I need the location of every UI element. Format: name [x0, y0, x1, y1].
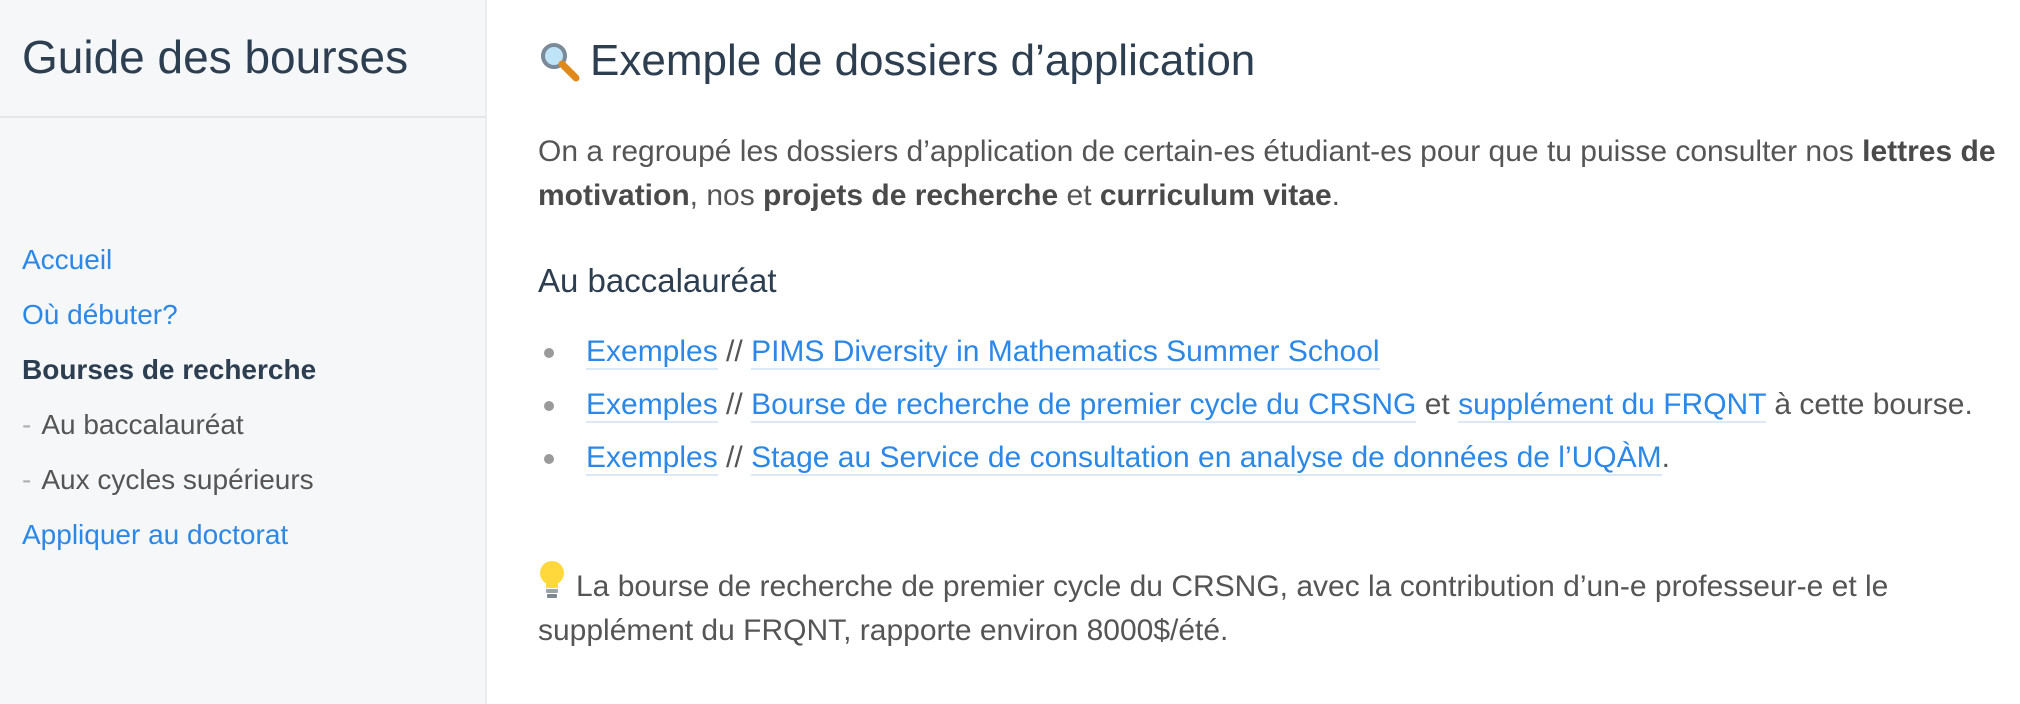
page-title-text: Exemple de dossiers d’application	[590, 36, 1256, 85]
section-title: Au baccalauréat	[538, 262, 777, 299]
uqam-link[interactable]: Stage au Service de consultation en anal…	[751, 441, 1662, 476]
list-text: et	[1416, 388, 1459, 421]
sidebar-item-label[interactable]: Appliquer au doctorat	[22, 519, 288, 550]
sidebar-item-ou-debuter[interactable]: Où débuter?	[22, 287, 316, 342]
list-item: Exemples // PIMS Diversity in Mathematic…	[538, 330, 2008, 374]
bullet-icon	[544, 348, 554, 358]
sidebar-subitem-baccalaureat[interactable]: - Au baccalauréat	[22, 397, 316, 452]
list-item: Exemples // Stage au Service de consulta…	[538, 436, 2008, 480]
separator: //	[717, 335, 752, 368]
tip-paragraph: La bourse de recherche de premier cycle …	[538, 560, 2008, 653]
magnifier-icon	[541, 43, 580, 82]
sidebar-item-appliquer-doctorat[interactable]: Appliquer au doctorat	[22, 507, 316, 562]
sidebar-item-bourses-de-recherche[interactable]: Bourses de recherche	[22, 342, 316, 397]
sidebar-subitem-dash: -	[22, 409, 32, 440]
separator: //	[717, 441, 752, 474]
list-item: Exemples // Bourse de recherche de premi…	[538, 383, 2008, 427]
examples-link[interactable]: Exemples	[586, 335, 718, 370]
intro-bold-projets: projets de recherche	[763, 179, 1059, 212]
list-text: à cette bourse.	[1765, 388, 1973, 421]
separator: //	[717, 388, 752, 421]
intro-paragraph: On a regroupé les dossiers d’application…	[538, 130, 2008, 218]
tip-text: La bourse de recherche de premier cycle …	[538, 570, 1889, 647]
sidebar-item-label[interactable]: Où débuter?	[22, 299, 178, 330]
sidebar-item-accueil[interactable]: Accueil	[22, 232, 316, 287]
sidebar-subitem-cycles-superieurs[interactable]: - Aux cycles supérieurs	[22, 452, 316, 507]
bullet-icon	[544, 454, 554, 464]
list-text: .	[1661, 441, 1670, 474]
sidebar-subitem-dash: -	[22, 464, 32, 495]
site-title[interactable]: Guide des bourses	[22, 30, 408, 84]
bullet-icon	[544, 401, 554, 411]
examples-link[interactable]: Exemples	[586, 388, 718, 423]
examples-list: Exemples // PIMS Diversity in Mathematic…	[538, 330, 2008, 489]
sidebar-nav: Accueil Où débuter? Bourses de recherche…	[22, 232, 316, 562]
pims-link[interactable]: PIMS Diversity in Mathematics Summer Sch…	[751, 335, 1380, 370]
lightbulb-icon	[540, 561, 564, 598]
intro-text: On a regroupé les dossiers d’application…	[538, 135, 1863, 168]
intro-text: .	[1331, 179, 1340, 212]
intro-text: , nos	[689, 179, 764, 212]
intro-text: et	[1058, 179, 1100, 212]
examples-link[interactable]: Exemples	[586, 441, 718, 476]
frqnt-link[interactable]: supplément du FRQNT	[1458, 388, 1766, 423]
sidebar-subitem-label[interactable]: Au baccalauréat	[41, 409, 243, 440]
crsng-link[interactable]: Bourse de recherche de premier cycle du …	[751, 388, 1417, 423]
sidebar-subitem-label[interactable]: Aux cycles supérieurs	[41, 464, 313, 495]
page-title: Exemple de dossiers d’application	[538, 36, 1255, 86]
sidebar-item-label[interactable]: Accueil	[22, 244, 112, 275]
sidebar: Guide des bourses Accueil Où débuter? Bo…	[0, 0, 487, 704]
sidebar-divider	[0, 116, 485, 118]
intro-bold-cv: curriculum vitae	[1099, 179, 1332, 212]
